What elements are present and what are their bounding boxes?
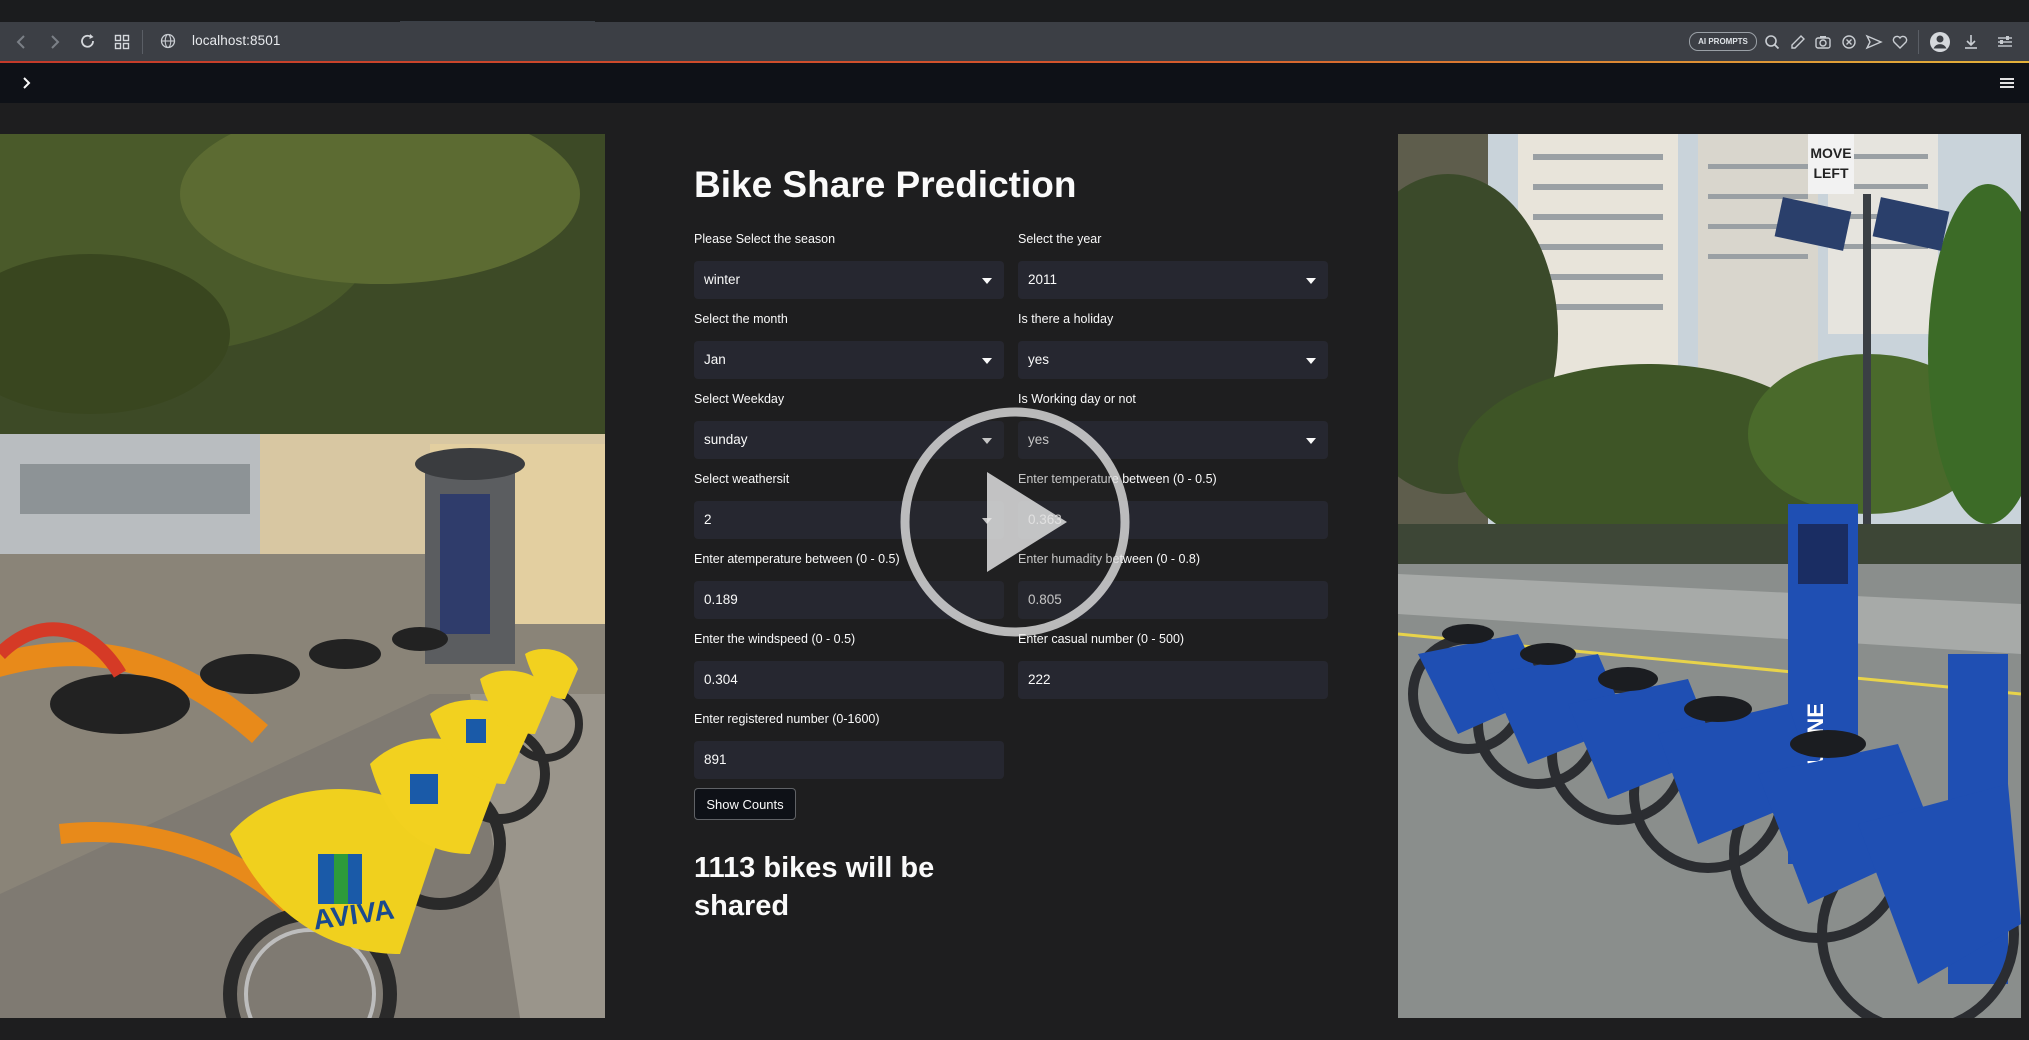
settings-sliders-icon[interactable] xyxy=(1995,32,2015,52)
holiday-select[interactable]: yes xyxy=(1018,341,1328,379)
left-sign-text: LEFT xyxy=(1814,165,1849,181)
search-icon[interactable] xyxy=(1762,32,1782,52)
casual-input-field: Enter casual number (0 - 500) 222 xyxy=(1018,632,1328,699)
weathersit-value: 2 xyxy=(704,512,712,527)
left-bike-image: AVIVA xyxy=(0,134,605,1018)
registered-label: Enter registered number (0-1600) xyxy=(694,712,880,726)
ai-prompts-button[interactable]: AI PROMPTS xyxy=(1689,32,1757,51)
prediction-result: 1113 bikes will be shared xyxy=(694,852,935,922)
send-icon[interactable] xyxy=(1864,32,1884,52)
app-header xyxy=(0,63,2029,103)
toolbar-divider xyxy=(142,30,143,54)
browser-tab-strip xyxy=(0,0,2029,23)
holiday-select-field: Is there a holiday yes xyxy=(1018,312,1328,379)
season-select-field: Please Select the season winter xyxy=(694,232,1004,299)
play-icon xyxy=(900,407,1130,637)
year-select[interactable]: 2011 xyxy=(1018,261,1328,299)
address-bar[interactable]: localhost:8501 xyxy=(150,28,1650,56)
atemperature-value: 0.189 xyxy=(704,592,738,607)
casual-value: 222 xyxy=(1028,672,1051,687)
holiday-value: yes xyxy=(1028,352,1050,367)
chevron-down-icon xyxy=(1306,358,1316,364)
registered-input[interactable]: 891 xyxy=(694,741,1004,779)
chevron-down-icon xyxy=(1306,438,1316,444)
season-value: winter xyxy=(704,272,741,287)
block-icon[interactable] xyxy=(1839,32,1859,52)
browser-toolbar: localhost:8501 AI PROMPTS xyxy=(0,22,2029,63)
profile-avatar-icon[interactable] xyxy=(1928,30,1952,54)
download-icon[interactable] xyxy=(1961,32,1981,52)
camera-icon[interactable] xyxy=(1813,32,1833,52)
heart-icon[interactable] xyxy=(1890,32,1910,52)
right-bike-image: MOVE LEFT MELBOURNE xyxy=(1398,134,2021,1018)
page-title: Bike Share Prediction xyxy=(694,164,1077,205)
holiday-label: Is there a holiday xyxy=(1018,312,1114,326)
season-label: Please Select the season xyxy=(694,232,836,246)
season-select[interactable]: winter xyxy=(694,261,1004,299)
show-counts-button[interactable]: Show Counts xyxy=(694,788,796,820)
registered-value: 891 xyxy=(704,752,727,767)
year-select-field: Select the year 2011 xyxy=(1018,232,1328,299)
chevron-down-icon xyxy=(982,278,992,284)
back-icon[interactable] xyxy=(12,32,32,52)
play-button-overlay[interactable] xyxy=(895,402,1135,642)
registered-input-field: Enter registered number (0-1600) 891 xyxy=(694,712,1004,779)
windspeed-input[interactable]: 0.304 xyxy=(694,661,1004,699)
url-text[interactable]: localhost:8501 xyxy=(192,33,280,48)
month-select[interactable]: Jan xyxy=(694,341,1004,379)
chevron-down-icon xyxy=(1306,278,1316,284)
move-sign-text: MOVE xyxy=(1810,145,1851,161)
hamburger-menu-icon[interactable] xyxy=(1997,74,2017,92)
windspeed-input-field: Enter the windspeed (0 - 0.5) 0.304 xyxy=(694,632,1004,699)
reload-icon[interactable] xyxy=(78,32,98,52)
windspeed-value: 0.304 xyxy=(704,672,738,687)
weekday-value: sunday xyxy=(704,432,748,447)
chevron-down-icon xyxy=(982,358,992,364)
forward-icon[interactable] xyxy=(44,32,64,52)
casual-input[interactable]: 222 xyxy=(1018,661,1328,699)
globe-icon xyxy=(160,33,176,49)
month-value: Jan xyxy=(704,352,726,367)
expand-sidebar-icon[interactable] xyxy=(18,74,36,92)
edit-icon[interactable] xyxy=(1788,32,1808,52)
month-select-field: Select the month Jan xyxy=(694,312,1004,379)
tabs-grid-icon[interactable] xyxy=(112,32,132,52)
toolbar-divider xyxy=(1918,30,1919,54)
month-label: Select the month xyxy=(694,312,788,326)
year-label: Select the year xyxy=(1018,232,1102,246)
page-scrollbar[interactable] xyxy=(2021,103,2029,1018)
year-value: 2011 xyxy=(1028,272,1058,287)
